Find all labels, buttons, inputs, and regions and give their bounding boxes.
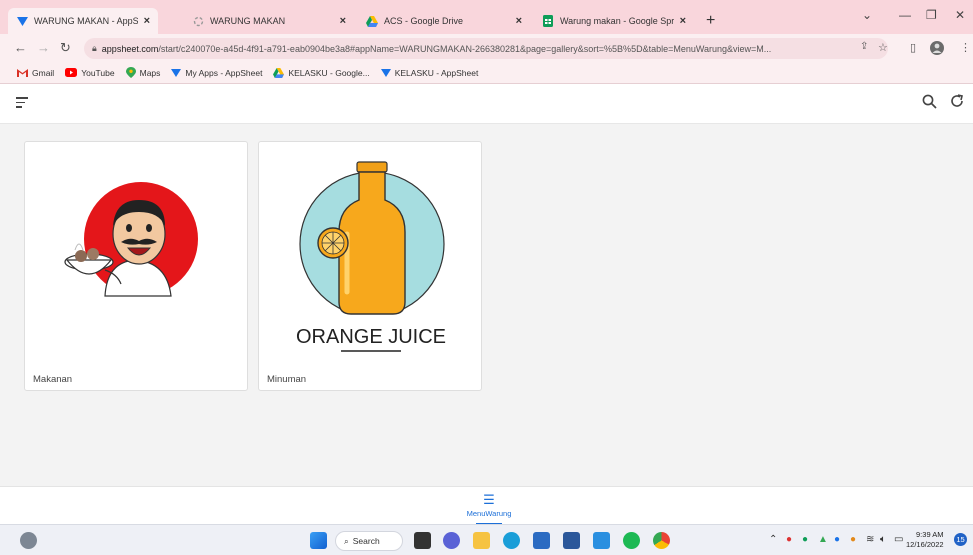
taskbar-search-label: Search (352, 536, 380, 546)
browser-menu-icon[interactable]: ⋮ (960, 41, 971, 54)
nav-tab-menuwarung[interactable]: ☰ MenuWarung (464, 487, 514, 525)
tab-google-sheets[interactable]: Warung makan - Google Spreadsh × (534, 8, 694, 34)
task-view-icon[interactable] (414, 532, 431, 549)
volume-icon[interactable]: 🔈︎ (880, 534, 886, 545)
tab-title: WARUNG MAKAN (210, 16, 286, 26)
bookmark-gmail[interactable]: Gmail (17, 68, 54, 78)
tab-close-icon[interactable]: × (516, 15, 522, 27)
reload-icon[interactable]: ↻ (60, 40, 71, 56)
url-host: appsheet.com (101, 43, 159, 54)
wifi-icon[interactable]: ≋ (866, 534, 874, 545)
google-drive-icon[interactable]: ▲ (818, 534, 828, 545)
chrome-icon[interactable] (653, 532, 670, 549)
address-bar[interactable]: 🔒︎ appsheet.com/start/c240070e-a45d-4f91… (84, 38, 888, 59)
tab-title: WARUNG MAKAN - AppSheet (34, 16, 138, 26)
edge-icon[interactable] (503, 532, 520, 549)
clock-time: 9:39 AM (916, 530, 944, 539)
loading-icon (192, 15, 204, 27)
bookmark-my-apps-appsheet[interactable]: My Apps - AppSheet (171, 68, 262, 78)
windows-start-icon[interactable] (310, 532, 327, 549)
side-panel-icon[interactable]: ▯ (910, 41, 916, 54)
tab-warung-makan[interactable]: WARUNG MAKAN × (184, 8, 354, 34)
bookmark-star-icon[interactable]: ☆ (878, 41, 888, 54)
tab-close-icon[interactable]: × (680, 15, 686, 27)
share-icon[interactable]: ⇪ (860, 41, 868, 52)
spotify-icon[interactable] (623, 532, 640, 549)
restore-button[interactable]: ❐ (926, 8, 937, 22)
chat-icon[interactable] (443, 532, 460, 549)
tab-search-chevron-icon[interactable]: ⌄ (862, 8, 872, 22)
google-sheets-icon (542, 15, 554, 27)
bookmark-kelasku-appsheet[interactable]: KELASKU - AppSheet (380, 68, 478, 78)
url-path: /start/c240070e-a45d-4f91-a791-eab0904be… (158, 43, 772, 54)
tray-app-icon[interactable]: ● (834, 534, 840, 545)
card-caption: Minuman (267, 374, 307, 385)
taskbar-clock[interactable]: 9:39 AM 12/16/2022 (906, 530, 944, 550)
tab-close-icon[interactable]: × (144, 15, 150, 27)
gallery-card-minuman[interactable]: ORANGE JUICE Minuman (258, 141, 482, 391)
nav-tab-label: MenuWarung (466, 509, 512, 518)
browser-toolbar: ← → ↻ 🔒︎ appsheet.com/start/c240070e-a45… (0, 34, 973, 62)
tab-title: ACS - Google Drive (384, 16, 464, 26)
widgets-icon[interactable] (20, 532, 37, 549)
windows-taskbar: ⌕ Search ⌃ ● ● ▲ ● ● ≋ 🔈︎ ▭ 9:39 AM 12/1… (0, 524, 973, 555)
store-icon[interactable] (533, 532, 550, 549)
food-mascot-image (64, 182, 198, 297)
minimize-button[interactable]: — (899, 8, 911, 22)
youtube-icon (65, 68, 78, 77)
search-icon: ⌕ (344, 535, 349, 546)
orange-juice-image: ORANGE JUICE (296, 161, 446, 352)
bookmark-maps[interactable]: Maps (125, 67, 160, 78)
tray-app-icon[interactable]: ● (802, 534, 808, 545)
list-icon: ☰ (483, 492, 495, 507)
appsheet-icon (16, 15, 28, 27)
appsheet-icon (171, 68, 182, 77)
lock-icon: 🔒︎ (92, 43, 97, 53)
forward-arrow-icon[interactable]: → (37, 40, 50, 55)
tray-chevron-icon[interactable]: ⌃ (769, 534, 777, 545)
close-window-button[interactable]: ✕ (955, 8, 965, 22)
bottom-nav: ☰ MenuWarung (0, 486, 973, 525)
sync-icon[interactable] (949, 93, 965, 114)
card-caption: Makanan (33, 374, 73, 385)
tray-app-icon[interactable]: ● (850, 534, 856, 545)
gmail-icon (17, 68, 28, 77)
menu-icon[interactable] (16, 97, 28, 111)
notification-badge[interactable]: 15 (954, 533, 967, 546)
tab-title: Warung makan - Google Spreadsh (560, 16, 674, 26)
search-icon[interactable] (922, 94, 937, 114)
gallery-card-makanan[interactable]: Makanan (24, 141, 248, 391)
taskbar-search[interactable]: ⌕ Search (335, 531, 403, 551)
tab-warung-makan-appsheet[interactable]: WARUNG MAKAN - AppSheet × (8, 8, 158, 34)
vscode-icon[interactable] (593, 532, 610, 549)
word-icon[interactable] (563, 532, 580, 549)
file-explorer-icon[interactable] (473, 532, 490, 549)
appsheet-icon (380, 68, 391, 77)
bookmark-kelasku-google[interactable]: KELASKU - Google... (273, 67, 370, 78)
juice-label-text: ORANGE JUICE (296, 326, 446, 348)
battery-icon[interactable]: ▭ (894, 534, 903, 545)
bookmark-youtube[interactable]: YouTube (65, 68, 115, 78)
tray-app-icon[interactable]: ● (786, 534, 792, 545)
new-tab-button[interactable]: + (706, 12, 715, 30)
maps-icon (125, 67, 136, 78)
bookmarks-bar: Gmail YouTube Maps My Apps - AppSheet KE… (0, 62, 973, 84)
tab-close-icon[interactable]: × (340, 15, 346, 27)
tab-google-drive[interactable]: ACS - Google Drive × (358, 8, 530, 34)
google-drive-icon (366, 15, 378, 27)
clock-date: 12/16/2022 (906, 540, 944, 549)
back-arrow-icon[interactable]: ← (14, 40, 27, 55)
google-drive-icon (273, 67, 285, 78)
browser-tab-strip: WARUNG MAKAN - AppSheet × WARUNG MAKAN ×… (0, 0, 973, 34)
profile-avatar[interactable] (930, 41, 944, 58)
app-header (0, 84, 973, 124)
